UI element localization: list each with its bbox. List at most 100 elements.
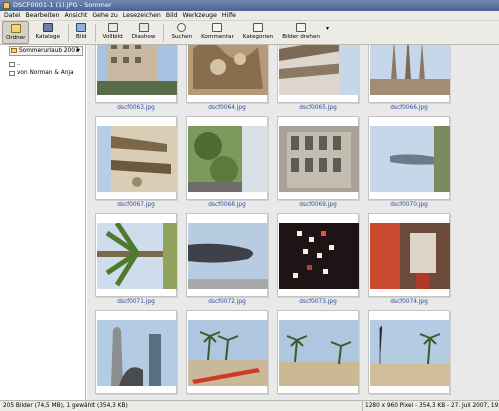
thumbnail-image [279,45,359,95]
rotate-images-button[interactable]: Bilder drehen [279,21,323,44]
thumbnail-filename[interactable]: dscf0067.jpg [92,202,180,208]
rotate-icon [296,23,307,32]
thumbnail-frame[interactable] [368,116,450,200]
catalog-icon [42,23,53,32]
slideshow-icon [138,23,149,32]
fullscreen-button[interactable]: Vollbild [100,21,126,44]
thumbnail-image [370,45,450,95]
image-button[interactable]: Bild [73,21,90,44]
thumbnail-item[interactable]: dscf0070.jpg [365,116,456,213]
thumbnail-frame[interactable] [186,116,268,200]
slideshow-button[interactable]: Diashow [129,21,159,44]
menu-bar: Datei Bearbeiten Ansicht Gehe zu Lesezei… [0,11,499,21]
thumbnail-image [370,223,450,289]
categories-button[interactable]: Kategorien [240,21,276,44]
app-icon [3,2,10,9]
menu-view[interactable]: Ansicht [65,11,88,20]
thumbnail-item[interactable] [183,310,274,400]
folder-icon [9,71,15,76]
thumbnail-item[interactable]: dscf0068.jpg [183,116,274,213]
thumbnail-image [279,320,359,386]
tree-item-parent[interactable]: .. [9,60,74,69]
thumbnail-item[interactable]: dscf0072.jpg [183,213,274,310]
folders-label: Ordner [6,35,26,41]
thumbnail-image [370,126,450,192]
thumbnail-frame[interactable] [277,310,359,394]
menu-edit[interactable]: Bearbeiten [26,11,60,20]
thumbnail-image [97,223,177,289]
catalogs-button[interactable]: Kataloge [32,21,63,44]
status-summary: 205 Bilder (74,5 MB), 1 gewählt (354,3 K… [3,403,128,409]
search-button[interactable]: Suchen [168,21,195,44]
menu-help[interactable]: Hilfe [222,11,236,20]
thumbnail-item[interactable] [92,310,183,400]
menu-go[interactable]: Gehe zu [92,11,117,20]
comment-icon [212,23,223,32]
thumbnail-frame[interactable] [95,213,177,297]
folders-button[interactable]: Ordner [2,21,30,44]
thumbnail-item[interactable]: dscf0065.jpg [274,45,365,116]
title-bar[interactable]: DSCF0001-1 (1).JPG - Sommer [0,0,499,11]
categories-label: Kategorien [242,34,274,40]
thumbnail-filename[interactable]: dscf0070.jpg [365,202,453,208]
thumbnail-frame[interactable] [95,45,177,103]
thumbnail-filename[interactable]: dscf0068.jpg [183,202,271,208]
thumbnail-frame[interactable] [368,45,450,103]
fullscreen-icon [107,23,118,32]
location-combo[interactable]: Sommerurlaub 2007 ▼ [9,46,83,56]
thumbnail-frame[interactable] [277,213,359,297]
thumbnail-filename[interactable]: dscf0066.jpg [365,105,453,111]
thumbnail-item[interactable] [274,310,365,400]
thumbnail-frame[interactable] [186,45,268,103]
status-bar: 205 Bilder (74,5 MB), 1 gewählt (354,3 K… [0,400,499,411]
catalogs-label: Kataloge [35,34,61,40]
thumbnail-item[interactable] [365,310,456,400]
toolbar: Ordner Kataloge Bild Vollbild Diashow Su… [0,21,499,45]
thumbnail-frame[interactable] [277,45,359,103]
thumbnail-frame[interactable] [186,310,268,394]
comment-button[interactable]: Kommentar [198,21,237,44]
thumbnail-image [97,126,177,192]
folder-icon [10,24,21,33]
thumbnail-item[interactable]: dscf0067.jpg [92,116,183,213]
thumbnail-view[interactable]: dscf0063.jpg dscf0064.jpg dscf0065.jpg dscf… [87,45,499,400]
thumbnail-image [188,126,268,192]
thumbnail-image [279,126,359,192]
thumbnail-grid: dscf0063.jpg dscf0064.jpg dscf0065.jpg dscf… [92,45,456,400]
thumbnail-filename[interactable]: dscf0074.jpg [365,299,453,305]
menu-tools[interactable]: Werkzeuge [182,11,216,20]
thumbnail-item[interactable]: dscf0069.jpg [274,116,365,213]
thumbnail-frame[interactable] [186,213,268,297]
thumbnail-filename[interactable]: dscf0065.jpg [274,105,362,111]
thumbnail-image [279,223,359,289]
toolbar-more-icon[interactable]: ▾ [326,21,329,32]
toolbar-separator [68,24,70,42]
categories-icon [253,23,263,32]
thumbnail-filename[interactable]: dscf0064.jpg [183,105,271,111]
thumbnail-item[interactable]: dscf0063.jpg [92,45,183,116]
status-image-info: 1280 x 960 Pixel - 354,3 KB - 27. Juli 2… [362,401,499,411]
thumbnail-filename[interactable]: dscf0063.jpg [92,105,180,111]
thumbnail-frame[interactable] [368,213,450,297]
thumbnail-frame[interactable] [368,310,450,394]
thumbnail-item[interactable]: dscf0071.jpg [92,213,183,310]
thumbnail-filename[interactable]: dscf0073.jpg [274,299,362,305]
thumbnail-image [188,223,268,289]
location-value: Sommerurlaub 2007 [19,48,79,54]
thumbnail-frame[interactable] [277,116,359,200]
slideshow-label: Diashow [131,34,156,40]
thumbnail-frame[interactable] [95,116,177,200]
tree-item-von-norman-anja[interactable]: von Norman & Anja [9,69,74,78]
menu-bookmarks[interactable]: Lesezeichen [123,11,161,20]
thumbnail-image [188,45,268,95]
thumbnail-filename[interactable]: dscf0071.jpg [92,299,180,305]
menu-file[interactable]: Datei [4,11,21,20]
thumbnail-frame[interactable] [95,310,177,394]
thumbnail-item[interactable]: dscf0074.jpg [365,213,456,310]
thumbnail-item[interactable]: dscf0066.jpg [365,45,456,116]
thumbnail-item[interactable]: dscf0064.jpg [183,45,274,116]
thumbnail-item[interactable]: dscf0073.jpg [274,213,365,310]
menu-image[interactable]: Bild [166,11,178,20]
thumbnail-filename[interactable]: dscf0072.jpg [183,299,271,305]
thumbnail-filename[interactable]: dscf0069.jpg [274,202,362,208]
